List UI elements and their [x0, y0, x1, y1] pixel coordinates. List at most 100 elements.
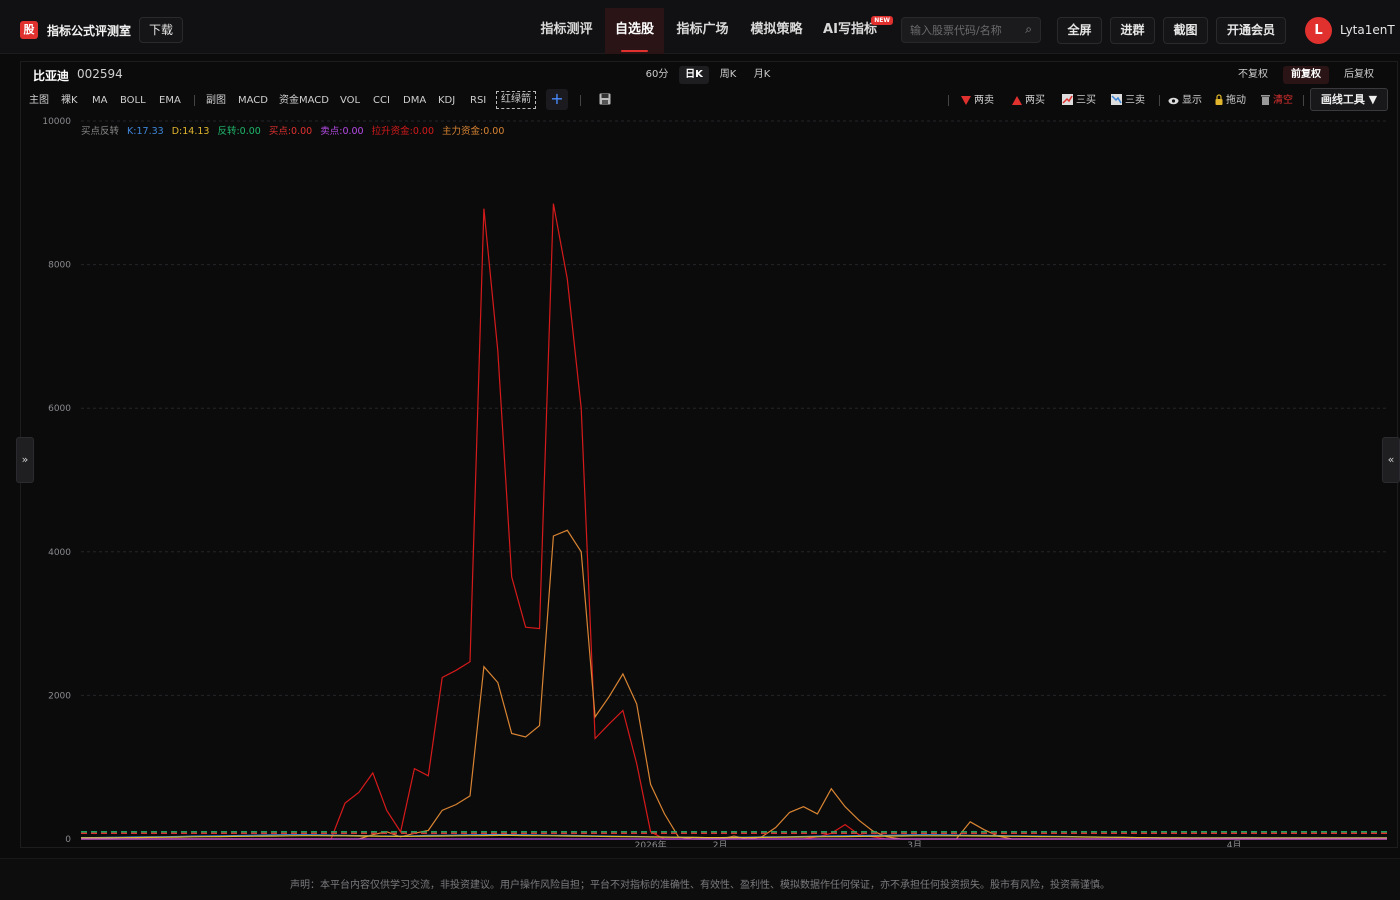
top-navigation-bar: 股 指标公式评测室 下载 指标测评 自选股 指标广场 模拟策略 AI写指标 NE…	[0, 0, 1400, 54]
toolbar-fund-macd[interactable]: 资金MACD	[279, 94, 329, 108]
three-sell-tool[interactable]: 三卖	[1111, 94, 1145, 108]
nav-watchlist[interactable]: 自选股	[605, 8, 664, 54]
legend-lift-fund: 拉升资金:0.00	[371, 126, 434, 137]
three-buy-tool[interactable]: 三买	[1062, 94, 1096, 108]
app-logo-icon: 股	[20, 21, 38, 39]
indicator-legend: 买点反转 K:17.33 D:14.13 反转:0.00 买点:0.00 卖点:…	[81, 123, 504, 137]
toolbar-cci[interactable]: CCI	[373, 94, 390, 108]
toolbar-sub-chart[interactable]: 副图	[206, 94, 226, 108]
avatar[interactable]: L	[1305, 17, 1332, 44]
show-label: 显示	[1182, 95, 1202, 106]
series-line-拉升资金	[81, 203, 1387, 840]
right-panel-toggle[interactable]: «	[1382, 437, 1400, 483]
two-buy-label: 两买	[1025, 95, 1045, 106]
toolbar-red-green-arrow[interactable]: 红绿箭	[496, 91, 536, 109]
trash-icon	[1261, 95, 1270, 105]
nav-sim-strategy[interactable]: 模拟策略	[740, 8, 813, 54]
legend-main-fund: 主力资金:0.00	[442, 126, 505, 137]
x-tick-label: 2月	[713, 840, 728, 847]
toolbar-divider	[948, 95, 949, 106]
left-panel-toggle[interactable]: »	[16, 437, 34, 483]
toolbar-ema[interactable]: EMA	[159, 94, 181, 108]
show-tool[interactable]: 显示	[1168, 94, 1202, 108]
legend-indicator-name: 买点反转	[81, 126, 120, 137]
nav-ai-indicator[interactable]: AI写指标 NEW	[815, 8, 893, 54]
clear-label: 清空	[1273, 95, 1293, 106]
join-group-button[interactable]: 进群	[1110, 17, 1155, 44]
two-buy-tool[interactable]: 两买	[1012, 94, 1045, 108]
nav-indicator-square[interactable]: 指标广场	[666, 8, 739, 54]
username[interactable]: Lyta1enT	[1340, 23, 1395, 37]
legend-d: D:14.13	[171, 126, 210, 137]
y-tick-label: 0	[65, 835, 71, 845]
period-60min[interactable]: 60分	[641, 66, 673, 84]
adjust-none[interactable]: 不复权	[1232, 66, 1274, 84]
x-tick-label: 2026年	[635, 839, 667, 847]
lock-icon	[1215, 94, 1223, 105]
chart-svg[interactable]: 10000 8000 6000 4000 2000 0 2026年 2月 3月 4月	[21, 112, 1397, 851]
nav-ai-indicator-label: AI写指标	[823, 22, 877, 37]
down-triangle-icon	[961, 96, 971, 105]
save-icon[interactable]	[599, 93, 611, 105]
y-tick-label: 8000	[48, 261, 71, 271]
three-buy-label: 三买	[1076, 95, 1096, 106]
indicator-chart[interactable]: 10000 8000 6000 4000 2000 0 2026年 2月 3月 4月 买点反转 K…	[21, 112, 1397, 851]
clear-tool[interactable]: 清空	[1261, 94, 1293, 108]
drag-tool[interactable]: 拖动	[1215, 94, 1246, 108]
footer: 声明：本平台内容仅供学习交流，非投资建议。用户操作风险自担；平台不对指标的准确性…	[0, 858, 1400, 900]
legend-buy: 买点:0.00	[268, 126, 313, 137]
up-triangle-icon	[1012, 96, 1022, 105]
nav-indicator-review[interactable]: 指标测评	[530, 8, 603, 54]
toolbar-divider	[194, 95, 195, 106]
y-tick-label: 4000	[48, 548, 71, 558]
membership-button[interactable]: 开通会员	[1216, 17, 1286, 44]
adjust-backward[interactable]: 后复权	[1337, 66, 1381, 84]
three-sell-icon	[1111, 94, 1122, 105]
period-daily[interactable]: 日K	[679, 66, 709, 84]
toolbar-divider	[1159, 95, 1160, 106]
adjust-forward[interactable]: 前复权	[1283, 66, 1329, 84]
toolbar-kdj[interactable]: KDJ	[438, 94, 455, 108]
x-tick-label: 4月	[1227, 840, 1242, 847]
two-sell-label: 两卖	[974, 95, 994, 106]
stock-name: 比亚迪	[33, 69, 70, 83]
screenshot-button[interactable]: 截图	[1163, 17, 1208, 44]
three-buy-icon	[1062, 94, 1073, 105]
toolbar-rsi[interactable]: RSI	[470, 94, 486, 108]
series-line-主力资金	[81, 529, 1387, 840]
two-sell-tool[interactable]: 两卖	[961, 94, 994, 108]
eye-icon	[1168, 97, 1179, 105]
period-monthly[interactable]: 月K	[749, 66, 775, 84]
y-tick-label: 10000	[42, 117, 71, 127]
new-badge: NEW	[871, 16, 893, 25]
toolbar-ma[interactable]: MA	[92, 94, 107, 108]
toolbar-divider	[1303, 95, 1304, 106]
y-tick-label: 6000	[48, 404, 71, 414]
toolbar-boll[interactable]: BOLL	[120, 94, 146, 108]
toolbar-divider	[580, 95, 581, 106]
disclaimer-text: 声明：本平台内容仅供学习交流，非投资建议。用户操作风险自担；平台不对指标的准确性…	[290, 880, 1110, 891]
fullscreen-button[interactable]: 全屏	[1057, 17, 1102, 44]
toolbar-main-chart[interactable]: 主图	[29, 94, 49, 108]
legend-k: K:17.33	[127, 126, 164, 137]
toolbar-naked-k[interactable]: 裸K	[61, 94, 78, 108]
toolbar-dma[interactable]: DMA	[403, 94, 426, 108]
chart-panel: 比亚迪 002594 60分 日K 周K 月K 不复权 前复权 后复权 主图 裸…	[20, 61, 1398, 851]
drag-label: 拖动	[1226, 95, 1246, 106]
three-sell-label: 三卖	[1125, 95, 1145, 106]
search-icon[interactable]: ⌕	[1025, 22, 1032, 37]
period-weekly[interactable]: 周K	[715, 66, 741, 84]
download-button[interactable]: 下载	[139, 17, 183, 43]
legend-reverse: 反转:0.00	[217, 126, 261, 137]
stock-search-box[interactable]: ⌕	[901, 17, 1041, 43]
stock-search-input[interactable]	[910, 22, 1020, 38]
drawing-tools-dropdown[interactable]: 画线工具 ▼	[1310, 88, 1388, 111]
x-tick-label: 3月	[907, 840, 922, 847]
toolbar-macd[interactable]: MACD	[238, 94, 268, 108]
toolbar-vol[interactable]: VOL	[340, 94, 360, 108]
legend-sell: 卖点:0.00	[320, 126, 364, 137]
app-title: 指标公式评测室	[47, 24, 132, 38]
stock-code: 002594	[77, 67, 123, 81]
y-tick-label: 2000	[48, 691, 71, 701]
add-indicator-button[interactable]: +	[546, 89, 568, 110]
